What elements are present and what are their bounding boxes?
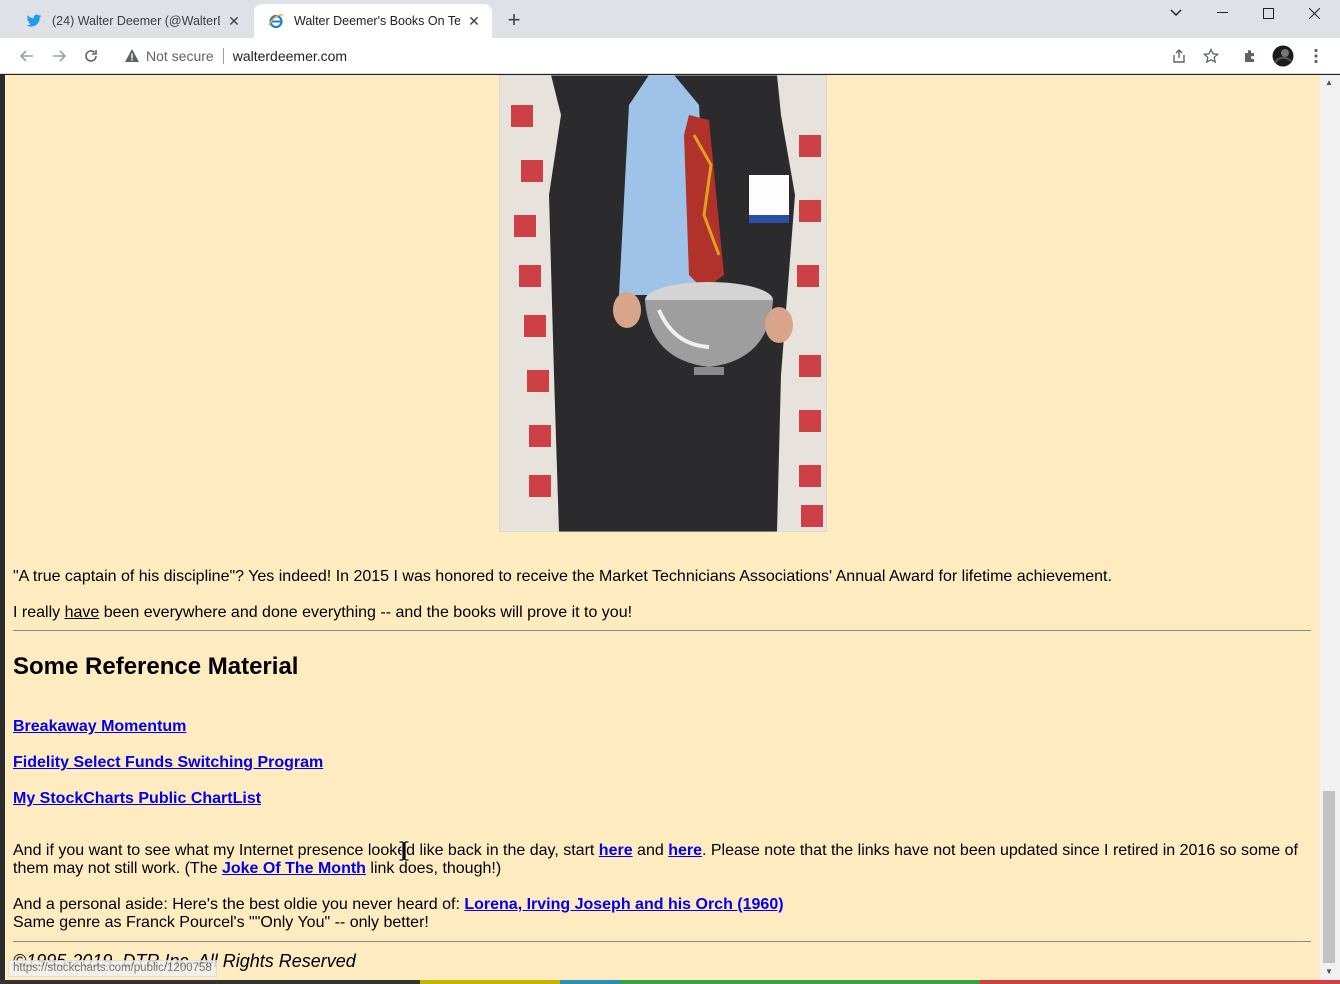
captain-paragraph: "A true captain of his discipline"? Yes … — [13, 568, 1112, 585]
link-joke-of-the-month[interactable]: Joke Of The Month — [222, 860, 366, 877]
url-text[interactable]: walterdeemer.com — [233, 48, 347, 64]
maximize-icon[interactable] — [1245, 0, 1291, 26]
tab-twitter[interactable]: (24) Walter Deemer (@WalterDeemer) ✕ — [12, 4, 252, 38]
reference-link-item: My StockCharts Public ChartList — [13, 790, 261, 808]
everywhere-underlined: have — [64, 604, 100, 621]
tab-search-chevron-icon[interactable] — [1153, 0, 1199, 26]
scroll-down-arrow-icon[interactable]: ▼ — [1325, 967, 1333, 976]
profile-avatar-icon[interactable] — [1272, 45, 1294, 67]
minimize-icon[interactable] — [1199, 0, 1245, 26]
section-heading: Some Reference Material — [13, 653, 299, 680]
security-label[interactable]: Not secure — [146, 48, 214, 64]
reference-link-item: Fidelity Select Funds Switching Program — [13, 754, 323, 772]
link-here-1[interactable]: here — [599, 842, 633, 859]
status-bar-url: https://stockcharts.com/public/1200758 — [8, 960, 217, 977]
vertical-scrollbar[interactable]: ▲ ▼ — [1320, 75, 1340, 980]
tab-strip: (24) Walter Deemer (@WalterDeemer) ✕ Wal… — [0, 0, 1340, 38]
new-tab-plus-icon[interactable]: + — [502, 9, 526, 33]
warning-triangle-icon — [125, 49, 139, 62]
horizontal-rule — [13, 630, 1311, 631]
omnibox-divider — [222, 48, 224, 64]
forward-arrow-icon[interactable] — [47, 44, 71, 68]
text-cursor-icon — [398, 840, 410, 862]
everywhere-suffix: been everywhere and done everything -- a… — [99, 604, 633, 621]
page-content: "A true captain of his discipline"? Yes … — [5, 75, 1320, 980]
tab-title: (24) Walter Deemer (@WalterDeemer) — [52, 14, 220, 28]
link-lorena[interactable]: Lorena, Irving Joseph and his Orch (1960… — [464, 896, 783, 913]
aside-line-2: Same genre as Franck Pourcel's ""Only Yo… — [13, 914, 429, 931]
twitter-bird-icon — [26, 13, 42, 29]
link-here-2[interactable]: here — [668, 842, 702, 859]
tab-close-icon[interactable]: ✕ — [466, 13, 482, 29]
browser-toolbar: Not secure walterdeemer.com — [0, 38, 1340, 74]
link-breakaway-momentum[interactable]: Breakaway Momentum — [13, 718, 186, 735]
reference-link-item: Breakaway Momentum — [13, 718, 186, 736]
aside-prefix: And a personal aside: Here's the best ol… — [13, 896, 465, 913]
link-fidelity-select-funds[interactable]: Fidelity Select Funds Switching Program — [13, 754, 323, 771]
background-taskbar-strip — [0, 980, 1340, 984]
award-photo — [499, 75, 827, 532]
scrollbar-thumb[interactable] — [1323, 791, 1335, 963]
back-arrow-icon[interactable] — [15, 44, 39, 68]
share-icon[interactable] — [1169, 46, 1189, 66]
footer-rule — [13, 941, 1311, 942]
internet-text-4: link does, though!) — [365, 860, 502, 877]
bookmark-star-icon[interactable] — [1201, 46, 1221, 66]
address-bar[interactable]: Not secure walterdeemer.com — [112, 42, 1200, 70]
personal-aside-paragraph: And a personal aside: Here's the best ol… — [13, 896, 784, 932]
internet-text-1: And if you want to see what my Internet … — [13, 842, 599, 859]
reload-icon[interactable] — [79, 44, 103, 68]
extensions-puzzle-icon[interactable] — [1240, 46, 1260, 66]
menu-kebab-icon[interactable] — [1306, 46, 1326, 66]
tab-title: Walter Deemer's Books On Technical Analy… — [294, 14, 460, 28]
internet-presence-paragraph: And if you want to see what my Internet … — [13, 842, 1313, 878]
close-window-icon[interactable] — [1291, 0, 1337, 26]
link-stockcharts-chartlist[interactable]: My StockCharts Public ChartList — [13, 790, 261, 807]
everywhere-prefix: I really — [13, 604, 65, 621]
tab-close-icon[interactable]: ✕ — [226, 13, 242, 29]
tab-walterdeemer[interactable]: Walter Deemer's Books On Technical Analy… — [254, 4, 492, 38]
scroll-up-arrow-icon[interactable]: ▲ — [1325, 78, 1333, 87]
everywhere-paragraph: I really have been everywhere and done e… — [13, 604, 632, 622]
ie-globe-icon — [268, 13, 284, 29]
internet-text-2: and — [632, 842, 669, 859]
